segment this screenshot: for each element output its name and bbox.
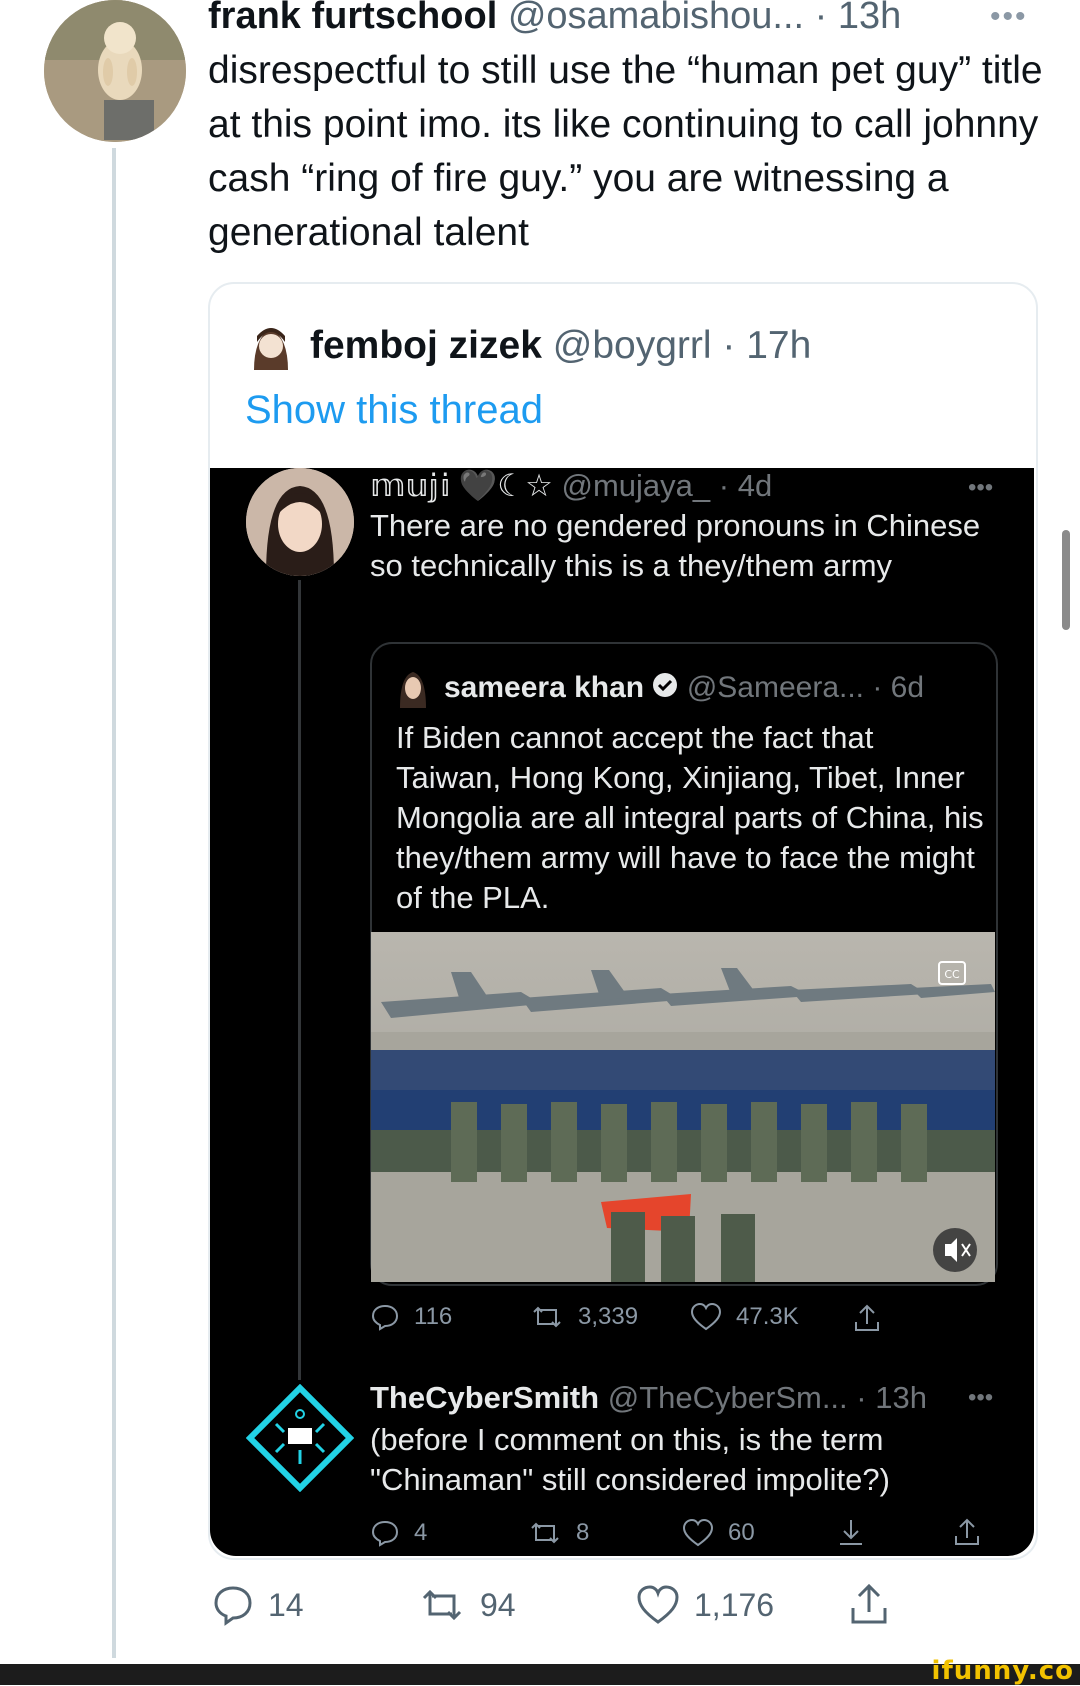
author-name[interactable]: frank furtschool [208, 0, 497, 37]
screenshot-like-count: 47.3K [736, 1303, 799, 1330]
screenshot-retweet-action-2: 8 [528, 1518, 589, 1548]
screenshot-tweet2-time: · 13h [856, 1380, 927, 1415]
screenshot-reply-count: 116 [414, 1303, 453, 1330]
screenshot-tweet1-text: There are no gendered pronouns in Chines… [370, 508, 981, 583]
show-thread-link[interactable]: Show this thread [245, 388, 543, 433]
screenshot-tweet2-name: TheCyberSmith [370, 1380, 600, 1415]
screenshot-more-icon: ••• [968, 474, 994, 501]
screenshot-quoted-header: sameera khan @Sameera... · 6d [444, 668, 924, 709]
reply-count: 14 [268, 1586, 304, 1623]
screenshot-tweet1-handle: @mujaya_ [561, 468, 711, 503]
screenshot-share-action-2 [952, 1516, 982, 1548]
share-icon [955, 1518, 979, 1545]
screenshot-share-action [852, 1302, 882, 1334]
screenshot-quoted-text: If Biden cannot accept the fact that Tai… [396, 720, 984, 915]
retweet-count: 94 [480, 1586, 516, 1623]
screenshot-like-count-2: 60 [728, 1519, 755, 1546]
screenshot-quoted-name: sameera khan [444, 671, 645, 704]
screenshot-tweet1-time: · 4d [718, 468, 773, 503]
author-handle[interactable]: @osamabishou... [508, 0, 804, 37]
reply-icon [371, 1304, 399, 1331]
screenshot-tweet1-name: 𝕞𝕦𝕛𝕚 🖤☾☆ [370, 468, 553, 503]
quoted-author-name[interactable]: femboj zizek [310, 324, 542, 367]
screenshot-reply-action-2: 4 [370, 1518, 427, 1548]
verified-badge-icon [652, 669, 678, 709]
screenshot-retweet-count-2: 8 [576, 1519, 590, 1546]
share-button[interactable] [848, 1582, 890, 1626]
share-icon [855, 1304, 879, 1331]
screenshot-avatar-2 [245, 1383, 355, 1493]
retweet-icon [422, 1589, 462, 1621]
mute-icon [933, 1228, 977, 1272]
heart-icon [682, 1518, 714, 1547]
screenshot-reply-action: 116 [370, 1302, 452, 1332]
like-button[interactable]: 1,176 [636, 1584, 774, 1626]
quoted-tweet-header: femboj zizek @boygrrl · 17h [310, 322, 811, 370]
reply-icon [214, 1586, 252, 1626]
military-parade-video: CC [371, 932, 995, 1282]
like-count: 1,176 [694, 1586, 775, 1623]
heart-icon [637, 1585, 679, 1624]
screenshot-tweet2-text: (before I comment on this, is the term "… [370, 1422, 890, 1497]
thread-line [112, 148, 116, 1658]
screenshot-download-action [836, 1516, 866, 1548]
screenshot-avatar-1 [246, 468, 354, 576]
ifunny-watermark: ifunny.co [931, 1656, 1074, 1686]
share-icon [851, 1583, 887, 1624]
screenshot-quoted-handle: @Sameera... [686, 671, 865, 704]
scrollbar[interactable] [1062, 530, 1070, 630]
heart-icon [690, 1302, 722, 1331]
screenshot-tweet1-header: 𝕞𝕦𝕛𝕚 🖤☾☆ @mujaya_ · 4d [370, 466, 772, 506]
retweet-button[interactable]: 94 [418, 1584, 516, 1626]
retweet-icon [533, 1306, 561, 1328]
screenshot-like-action: 47.3K [690, 1302, 799, 1332]
screenshot-retweet-count: 3,339 [578, 1303, 639, 1330]
reply-button[interactable]: 14 [212, 1584, 304, 1626]
more-options-icon[interactable]: ••• [990, 0, 1028, 34]
tweet-header: frank furtschool @osamabishou... · 13h [208, 0, 901, 40]
screenshot-reply-count-2: 4 [414, 1519, 428, 1546]
screenshot-more-icon-2: ••• [968, 1384, 994, 1411]
quoted-author-handle[interactable]: @boygrrl [553, 324, 712, 367]
screenshot-quoted-time: · 6d [872, 671, 925, 704]
tweet-time[interactable]: · 13h [815, 0, 902, 37]
screenshot-like-action-2: 60 [682, 1518, 755, 1548]
screenshot-tweet2-header: TheCyberSmith @TheCyberSm... · 13h [370, 1378, 927, 1418]
retweet-icon [531, 1522, 559, 1544]
author-avatar[interactable] [44, 0, 186, 142]
footer-bar [0, 1664, 1080, 1685]
screenshot-retweet-action: 3,339 [530, 1302, 638, 1332]
screenshot-thread-line [298, 580, 301, 1380]
reply-icon [371, 1520, 399, 1547]
screenshot-quoted-avatar [396, 668, 430, 708]
tweet-text: disrespectful to still use the “human pe… [208, 49, 1043, 254]
quoted-author-avatar [248, 320, 294, 374]
download-icon [840, 1520, 862, 1545]
svg-text:CC: CC [944, 968, 960, 981]
screenshot-tweet2-handle: @TheCyberSm... [607, 1380, 848, 1415]
quoted-tweet-time: · 17h [722, 324, 812, 367]
